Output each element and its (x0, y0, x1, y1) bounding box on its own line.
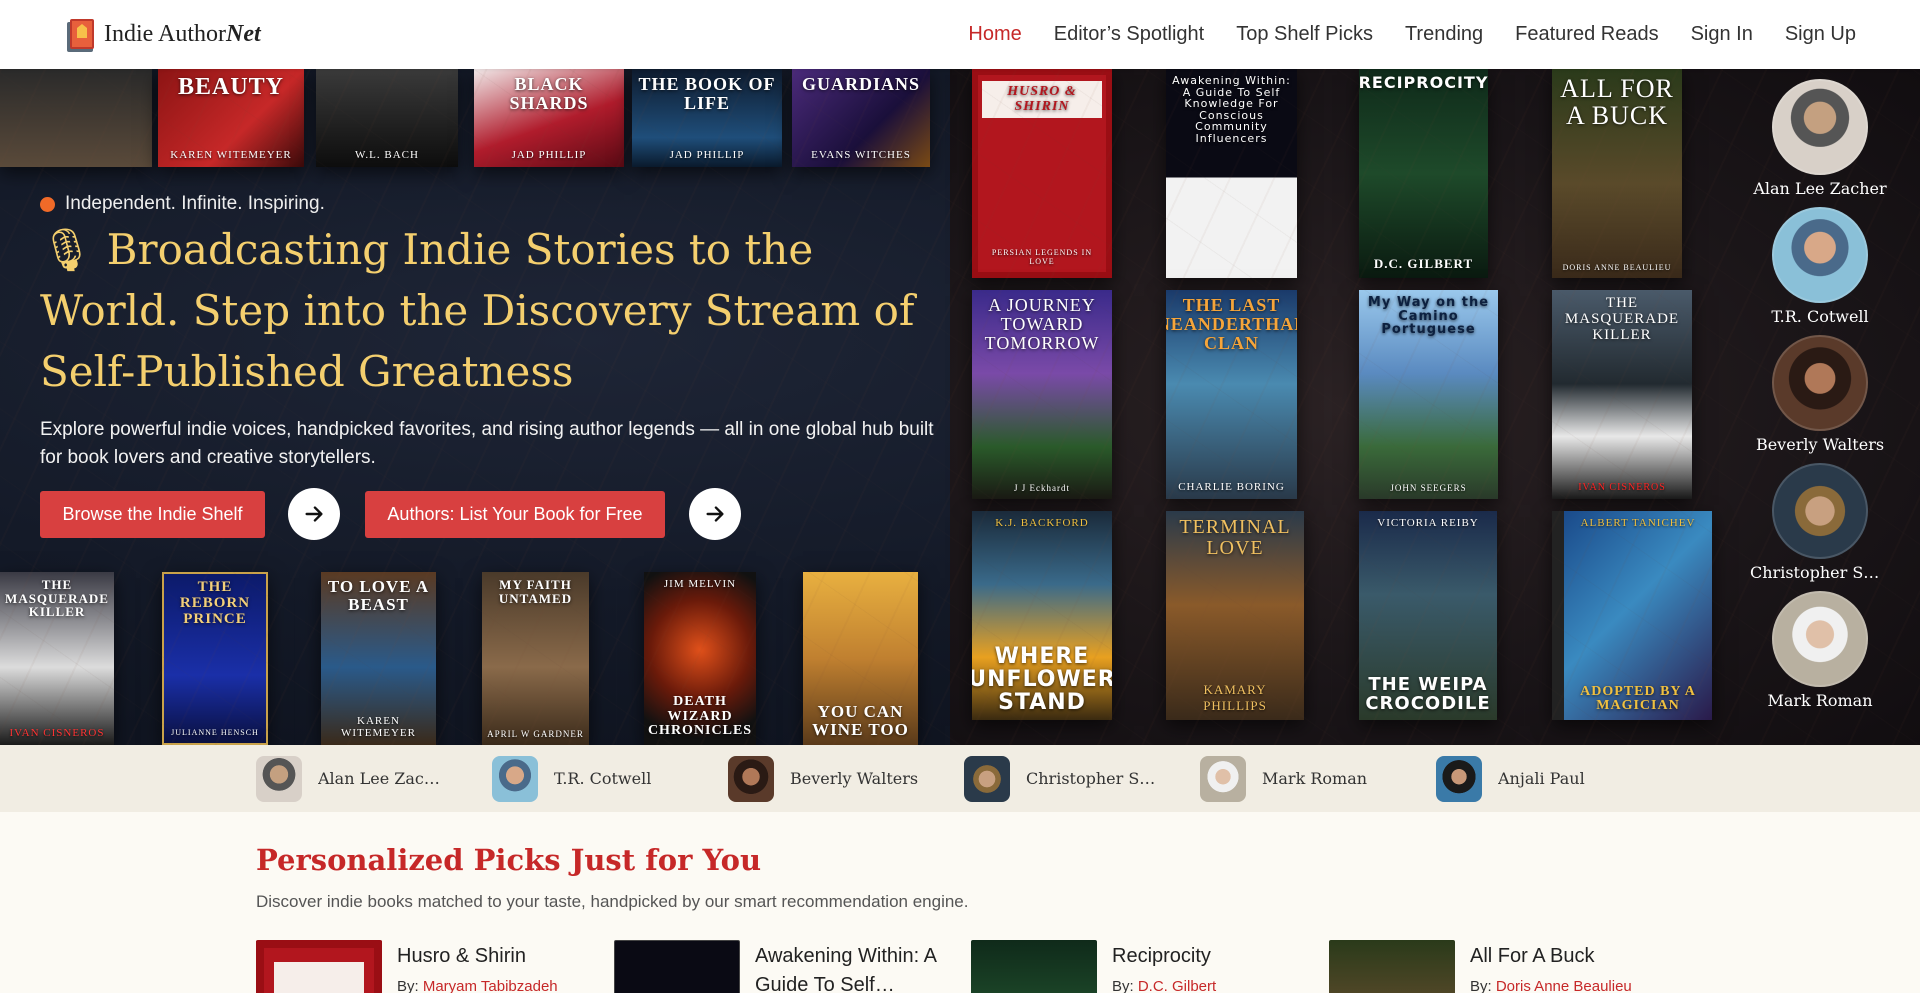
strip-author-item[interactable]: Beverly Walters (728, 755, 964, 802)
avatar (256, 755, 302, 802)
pick-card[interactable]: All For A Buck By: Doris Anne Beaulieu (1329, 940, 1669, 993)
book-cover (1329, 940, 1455, 993)
nav-trending[interactable]: Trending (1405, 23, 1483, 46)
pick-title[interactable]: All For A Buck (1470, 942, 1680, 971)
hero-author-beverly-walters[interactable]: Beverly Walters (1750, 335, 1890, 454)
grid-book-husro-shirin[interactable]: Husro & Shirin Persian Legends in Love (972, 69, 1112, 278)
grid-book-where-sunflowers-stand[interactable]: K.J. BackfordWhere Sunflowers Stand (972, 511, 1112, 720)
hero-author-tr-cotwell[interactable]: T.R. Cotwell (1750, 207, 1890, 326)
nav-home[interactable]: Home (968, 23, 1021, 46)
nav-editors-spotlight[interactable]: Editor’s Spotlight (1054, 23, 1204, 46)
pick-author: By: D.C. Gilbert (1112, 978, 1217, 993)
author-link[interactable]: Maryam Tabibzadeh (423, 978, 558, 993)
hero-top-book-6[interactable]: Guardians Evans Witches (792, 69, 930, 167)
pick-card[interactable]: Reciprocity By: D.C. Gilbert (971, 940, 1311, 993)
strip-author-item[interactable]: Anjali Paul (1436, 755, 1672, 802)
avatar (1436, 755, 1482, 802)
arrow-right-icon (305, 506, 323, 522)
hero-headline: 🎙 Broadcasting Indie Stories to the Worl… (40, 225, 915, 396)
author-link[interactable]: D.C. Gilbert (1138, 978, 1216, 993)
hero-author-alan-lee-zacher[interactable]: Alan Lee Zacher (1750, 79, 1890, 198)
book-cover (614, 940, 740, 993)
author-strip: Alan Lee Zach… T.R. Cotwell Beverly Walt… (0, 745, 1920, 812)
brand-logo-link[interactable]: Indie AuthorNet (64, 16, 261, 54)
nav-featured-reads[interactable]: Featured Reads (1515, 23, 1658, 46)
grid-book-masquerade-killer[interactable]: The Masquerade Killer Ivan Cisneros (1552, 290, 1692, 499)
avatar (964, 755, 1010, 802)
hero-top-book-5[interactable]: The Book of Life Jad Phillip (632, 69, 782, 167)
pick-title[interactable]: Awakening Within: A Guide To Self… (755, 942, 965, 993)
picks-section-title: Personalized Picks Just for You (256, 843, 762, 877)
pick-title[interactable]: Husro & Shirin (397, 942, 607, 971)
list-your-book-button[interactable]: Authors: List Your Book for Free (365, 491, 665, 538)
grid-book-camino-portuguese[interactable]: My Way on the Camino Portuguese John Seeg… (1359, 290, 1498, 499)
strip-author-item[interactable]: Mark Roman (1200, 755, 1436, 802)
hero-author-christopher[interactable]: Christopher Sm… (1750, 463, 1890, 582)
hero-top-book-3[interactable]: W.L. Bach (316, 69, 458, 167)
picks-section-subtitle: Discover indie books matched to your tas… (256, 892, 969, 911)
avatar (1200, 755, 1246, 802)
avatar (1772, 207, 1868, 303)
grid-book-last-neanderthal-clan[interactable]: The Last Neanderthal ClanCharlie Boring (1166, 290, 1297, 499)
hero-bottom-book-5[interactable]: Jim Melvin Death Wizard Chronicles (644, 572, 756, 745)
avatar (728, 755, 774, 802)
pick-card[interactable]: Awakening Within: A Guide To Self… (614, 940, 954, 993)
nav-top-shelf-picks[interactable]: Top Shelf Picks (1236, 23, 1373, 46)
book-cover (256, 940, 382, 993)
nav-sign-up[interactable]: Sign Up (1785, 23, 1856, 46)
grid-book-adopted-by-a-magician[interactable]: Albert Tanichev Adopted by a Magician (1552, 511, 1712, 720)
hero-bottom-book-4[interactable]: My Faith Untamed April W Gardner (482, 572, 589, 745)
hero-section: Beauty Karen Witemeyer W.L. Bach Black Sh… (0, 69, 1920, 745)
brand-name: Indie AuthorNet (104, 21, 261, 47)
strip-author-item[interactable]: Christopher S… (964, 755, 1200, 802)
top-navbar: Indie AuthorNet Home Editor’s Spotlight … (0, 0, 1920, 69)
hero-bottom-book-1[interactable]: The Masquerade Killer Ivan Cisneros (0, 572, 114, 745)
hero-tagline: Independent. Infinite. Inspiring. (40, 193, 325, 215)
grid-book-terminal-love[interactable]: Terminal Love Kamary Phillips (1166, 511, 1304, 720)
avatar (1772, 591, 1868, 687)
hero-top-book-4[interactable]: Black Shards Jad Phillip (474, 69, 624, 167)
strip-author-item[interactable]: Alan Lee Zach… (256, 755, 492, 802)
browse-indie-shelf-button[interactable]: Browse the Indie Shelf (40, 491, 265, 538)
hero-bottom-book-6[interactable]: You Can Wine Too (803, 572, 918, 745)
pick-author: By: Maryam Tabibzadeh (397, 978, 558, 993)
author-link[interactable]: Doris Anne Beaulieu (1496, 978, 1632, 993)
browse-arrow-button[interactable] (288, 488, 340, 540)
book-cover (971, 940, 1097, 993)
nav-links: Home Editor’s Spotlight Top Shelf Picks … (968, 23, 1856, 46)
avatar (492, 755, 538, 802)
hero-subtext: Explore powerful indie voices, handpicke… (40, 419, 934, 468)
grid-book-journey-toward-tomorrow[interactable]: A Journey Toward Tomorrow J J Eckhardt (972, 290, 1112, 499)
pick-title[interactable]: Reciprocity (1112, 942, 1322, 971)
avatar (1772, 335, 1868, 431)
nav-sign-in[interactable]: Sign In (1691, 23, 1753, 46)
hero-author-mark-roman[interactable]: Mark Roman (1750, 591, 1890, 710)
orange-dot-icon (40, 196, 55, 212)
hero-bottom-book-3[interactable]: To Love a Beast Karen Witemeyer (321, 572, 436, 745)
hero-top-book-1[interactable] (0, 69, 152, 167)
list-book-arrow-button[interactable] (689, 488, 741, 540)
avatar (1772, 79, 1868, 175)
pick-card[interactable]: Husro & Shirin By: Maryam Tabibzadeh (256, 940, 596, 993)
book-logo-icon (64, 16, 100, 54)
hero-top-book-2[interactable]: Beauty Karen Witemeyer (158, 69, 304, 167)
avatar (1772, 463, 1868, 559)
grid-book-awakening-within[interactable]: Awakening Within: A Guide To Self Knowle… (1166, 69, 1297, 278)
strip-author-item[interactable]: T.R. Cotwell (492, 755, 728, 802)
arrow-right-icon (706, 506, 724, 522)
grid-book-all-for-a-buck[interactable]: All For A Buck Doris Anne Beaulieu (1552, 69, 1682, 278)
hero-bottom-book-2[interactable]: The Reborn Prince Julianne Hensch (162, 572, 268, 745)
grid-book-weipa-crocodile[interactable]: Victoria Reiby The Weipa Crocodile (1359, 511, 1497, 720)
grid-book-reciprocity[interactable]: Reciprocity D.C. Gilbert (1359, 69, 1488, 278)
pick-author: By: Doris Anne Beaulieu (1470, 978, 1632, 993)
